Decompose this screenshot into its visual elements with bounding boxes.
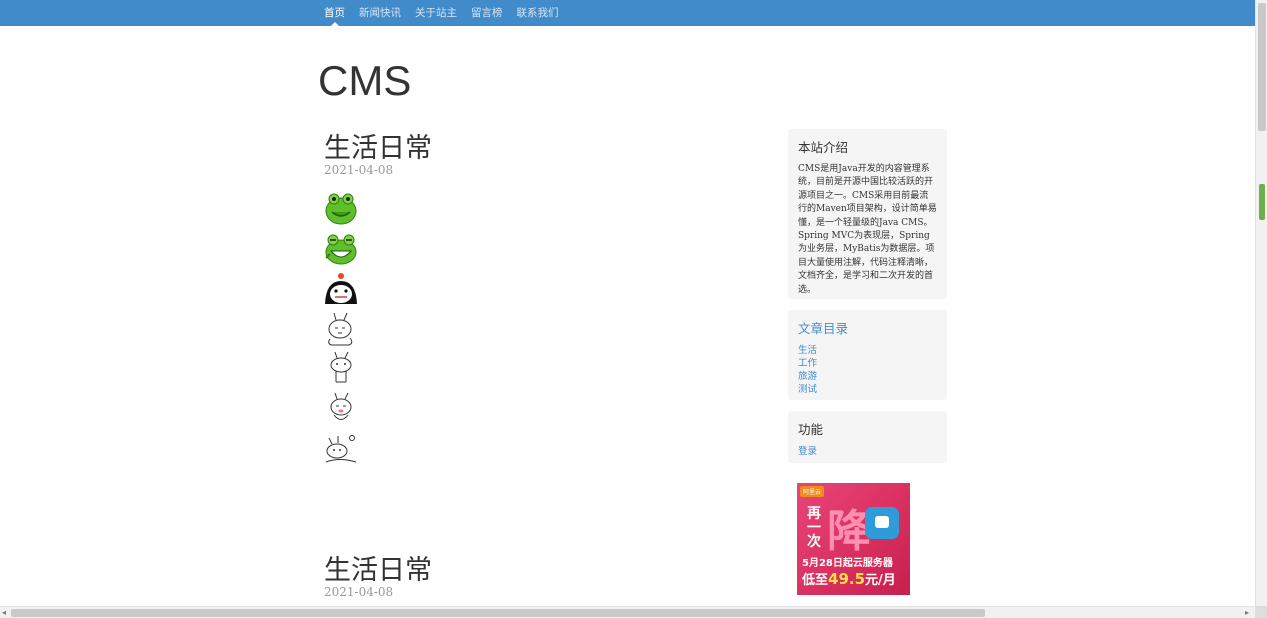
site-title: CMS (318, 57, 412, 104)
sidebar-features-title: 功能 (798, 422, 824, 437)
nav-item-home[interactable]: 首页 (317, 0, 352, 26)
nav-item-contact[interactable]: 联系我们 (510, 0, 566, 26)
sidebar-intro-module: 本站介绍 CMS是用Java开发的内容管理系统，目前是开源中国比较活跃的开源项目… (788, 129, 947, 299)
top-navbar: 首页 新闻快讯 关于站主 留言榜 联系我们 (0, 0, 1255, 26)
sidebar-features-module: 功能 登录 (788, 411, 947, 463)
post-date: 2021-04-08 (324, 163, 394, 177)
rabbit-stand-icon (330, 352, 352, 383)
nav-item-about[interactable]: 关于站主 (408, 0, 464, 26)
sidebar-intro-text: CMS是用Java开发的内容管理系统，目前是开源中国比较活跃的开源项目之一。CM… (798, 164, 937, 295)
sidebar-catalog-title[interactable]: 文章目录 (798, 318, 937, 337)
rabbit-sweat-icon (328, 312, 353, 346)
ad-price-suffix: 元/月 (865, 573, 896, 588)
ad-price-line: 低至49.5元/月 (802, 569, 896, 588)
penguin-icon (325, 273, 357, 304)
horizontal-scrollbar[interactable]: ◂ ▸ (0, 606, 1255, 618)
catalog-item-test[interactable]: 测试 (798, 383, 937, 396)
post-date: 2021-04-08 (324, 585, 394, 599)
catalog-item-life[interactable]: 生活 (798, 344, 937, 357)
ad-zai-text: 再一次 (807, 506, 821, 550)
login-link[interactable]: 登录 (798, 445, 937, 458)
scroll-left-arrow-icon[interactable]: ◂ (2, 608, 6, 617)
nav-item-guestbook[interactable]: 留言榜 (464, 0, 510, 26)
catalog-list: 生活 工作 旅游 测试 (798, 344, 937, 396)
vertical-scroll-thumb[interactable] (1258, 3, 1266, 131)
ad-price-prefix: 低至 (802, 573, 829, 588)
rabbit-lying-icon (325, 435, 357, 463)
ad-price-value: 49.5 (828, 570, 866, 588)
post-title[interactable]: 生活日常 (324, 548, 432, 587)
nav-item-news[interactable]: 新闻快讯 (352, 0, 408, 26)
rabbit-shy-icon (330, 392, 352, 420)
features-list: 登录 (798, 445, 937, 458)
ad-date-line: 5月28日起云服务器 (802, 558, 893, 569)
catalog-item-work[interactable]: 工作 (798, 357, 937, 370)
scroll-marker (1259, 184, 1265, 220)
sidebar-catalog-module: 文章目录 生活 工作 旅游 测试 (788, 310, 947, 400)
frog-grin-icon (325, 234, 357, 265)
horizontal-scroll-thumb[interactable] (11, 609, 985, 617)
catalog-item-travel[interactable]: 旅游 (798, 370, 937, 383)
post-title[interactable]: 生活日常 (324, 126, 432, 165)
cloud-icon (865, 507, 899, 539)
frog-smile-icon (325, 193, 357, 225)
vertical-scrollbar[interactable] (1255, 0, 1267, 606)
cloud-server-ad-banner[interactable]: 阿里云 降 再一次 5月28日起云服务器 低至49.5元/月 (797, 483, 910, 595)
sidebar-intro-title: 本站介绍 (798, 140, 849, 155)
nav-list: 首页 新闻快讯 关于站主 留言榜 联系我们 (317, 0, 566, 26)
scrollbar-corner (1255, 606, 1267, 618)
ad-brand-logo: 阿里云 (800, 486, 825, 497)
scroll-right-arrow-icon[interactable]: ▸ (1245, 608, 1249, 617)
